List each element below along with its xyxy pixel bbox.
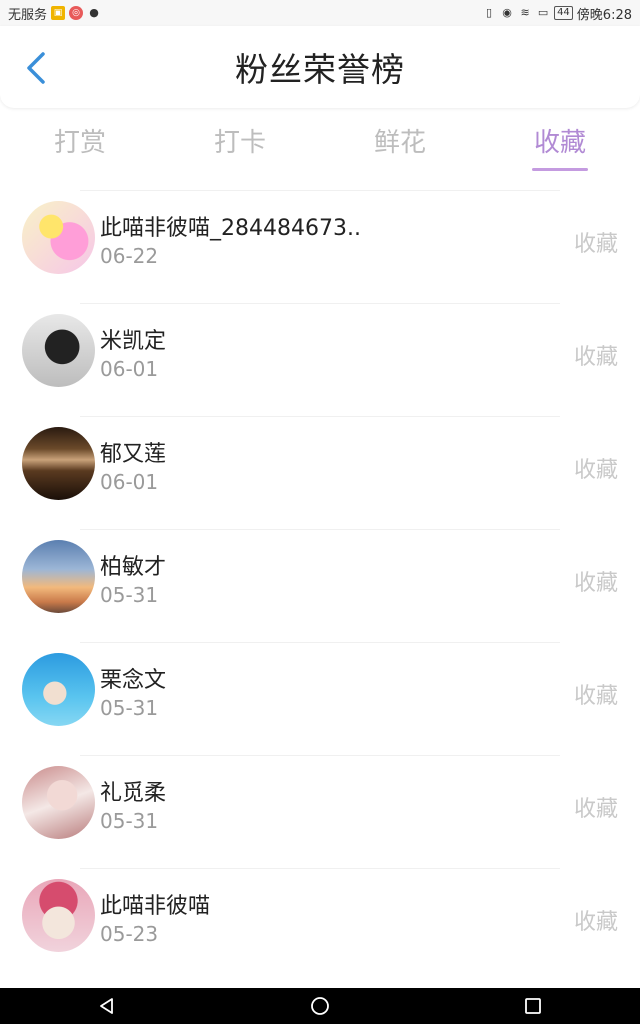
- action-label: 收藏: [573, 232, 618, 257]
- action-label: 收藏: [573, 571, 618, 596]
- header: 粉丝荣誉榜: [0, 26, 640, 108]
- nav-home-button[interactable]: [300, 988, 340, 1024]
- avatar[interactable]: [22, 427, 95, 500]
- action-label: 收藏: [573, 684, 618, 709]
- home-circle-icon: [311, 997, 329, 1015]
- tab-reward[interactable]: 打赏: [0, 114, 160, 174]
- user-name: 此喵非彼喵_284484673..: [100, 216, 361, 241]
- list-item[interactable]: 此喵非彼喵_284484673.. 06-22 收藏: [0, 190, 640, 303]
- tab-flowers[interactable]: 鲜花: [320, 114, 480, 174]
- avatar[interactable]: [22, 653, 95, 726]
- wifi-icon: ≋: [520, 6, 530, 19]
- avatar[interactable]: [22, 314, 95, 387]
- chevron-left-icon: [27, 52, 45, 84]
- tab-favorites[interactable]: 收藏: [480, 114, 640, 174]
- list-item[interactable]: 郁又莲 06-01 收藏: [0, 416, 640, 529]
- user-name: 礼觅柔: [100, 781, 167, 806]
- avatar[interactable]: [22, 540, 95, 613]
- action-label: 收藏: [573, 910, 618, 935]
- list-item[interactable]: 米凯定 06-01 收藏: [0, 303, 640, 416]
- fan-list: 此喵非彼喵_284484673.. 06-22 收藏 米凯定 06-01 收藏 …: [0, 190, 640, 981]
- page-title: 粉丝荣誉榜: [235, 50, 405, 89]
- sim-icon: ▭: [537, 6, 549, 19]
- person-icon: ●: [89, 6, 99, 19]
- user-date: 06-01: [100, 470, 159, 494]
- nav-recents-button[interactable]: [513, 988, 553, 1024]
- nav-back-button[interactable]: [87, 988, 127, 1024]
- user-date: 05-31: [100, 696, 159, 720]
- eye-icon: ◉: [502, 6, 512, 19]
- status-bar: 无服务 ▣ ◎ ● ▯ ◉ ≋ ▭ 44 傍晚6:28: [0, 0, 640, 26]
- tab-checkin[interactable]: 打卡: [160, 114, 320, 174]
- app-notification-icon: ◎: [69, 6, 84, 20]
- user-date: 05-31: [100, 809, 159, 833]
- list-item[interactable]: 此喵非彼喵 05-23 收藏: [0, 868, 640, 981]
- battery-icon: 44: [554, 6, 573, 20]
- user-name: 此喵非彼喵: [100, 894, 211, 919]
- list-item[interactable]: 柏敏才 05-31 收藏: [0, 529, 640, 642]
- list-item[interactable]: 礼觅柔 05-31 收藏: [0, 755, 640, 868]
- carrier-label: 无服务: [8, 7, 48, 23]
- recent-square-icon: [525, 998, 542, 1014]
- back-button[interactable]: [18, 50, 54, 86]
- back-triangle-icon: [99, 998, 113, 1014]
- action-label: 收藏: [573, 345, 618, 370]
- status-left: 无服务 ▣ ◎ ●: [8, 4, 101, 23]
- user-date: 05-23: [100, 922, 159, 946]
- user-name: 郁又莲: [100, 442, 167, 467]
- user-date: 06-22: [100, 244, 159, 268]
- avatar[interactable]: [22, 766, 95, 839]
- avatar[interactable]: [22, 879, 95, 952]
- status-right: ▯ ◉ ≋ ▭ 44 傍晚6:28: [482, 4, 632, 23]
- action-label: 收藏: [573, 458, 618, 483]
- vibrate-icon: ▯: [486, 6, 493, 19]
- notification-icon: ▣: [51, 6, 66, 20]
- avatar[interactable]: [22, 201, 95, 274]
- clock-time: 傍晚6:28: [576, 7, 632, 23]
- user-date: 06-01: [100, 357, 159, 381]
- list-item[interactable]: 栗念文 05-31 收藏: [0, 642, 640, 755]
- tab-bar: 打赏 打卡 鲜花 收藏: [0, 114, 640, 174]
- user-name: 柏敏才: [100, 555, 167, 580]
- user-name: 栗念文: [100, 668, 167, 693]
- action-label: 收藏: [573, 797, 618, 822]
- system-nav-bar: [0, 988, 640, 1024]
- user-name: 米凯定: [100, 329, 167, 354]
- user-date: 05-31: [100, 583, 159, 607]
